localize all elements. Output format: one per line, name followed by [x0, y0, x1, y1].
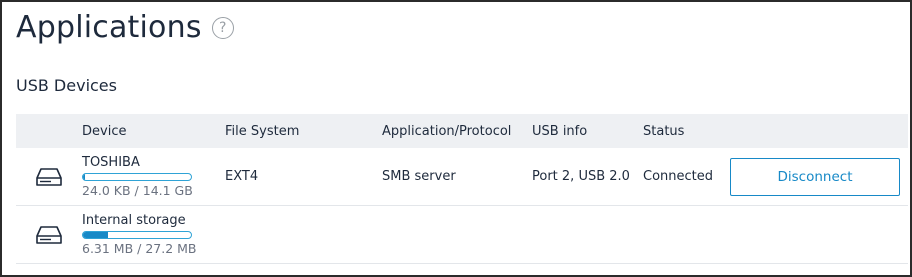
header-file-system: File System — [225, 123, 300, 139]
section-title: USB Devices — [16, 76, 117, 95]
storage-usage-text: 24.0 KB / 14.1 GB — [82, 183, 193, 198]
device-name: TOSHIBA — [82, 155, 140, 170]
help-icon[interactable]: ? — [211, 16, 234, 39]
disconnect-button[interactable]: Disconnect — [730, 157, 900, 196]
action-cell: Disconnect — [729, 157, 908, 196]
page-title: Applications — [16, 10, 202, 45]
app-window: Applications ? USB Devices Device File S… — [0, 0, 912, 277]
usb-info-cell: Port 2, USB 2.0 — [532, 169, 630, 184]
hard-drive-icon — [35, 224, 63, 246]
device-cell: Internal storage 6.31 MB / 27.2 MB — [82, 213, 225, 256]
storage-usage-bar — [82, 231, 192, 239]
table-row: TOSHIBA 24.0 KB / 14.1 GB EXT4 SMB serve… — [16, 148, 908, 206]
storage-usage-text: 6.31 MB / 27.2 MB — [82, 241, 197, 256]
header-status: Status — [643, 123, 685, 139]
table-row: Internal storage 6.31 MB / 27.2 MB — [16, 206, 908, 264]
title-row: Applications ? — [16, 10, 234, 45]
status-cell: Connected — [643, 169, 714, 184]
header-application: Application/Protocol — [382, 123, 512, 139]
header-usb-info: USB info — [532, 123, 588, 139]
table-header: Device File System Application/Protocol … — [16, 114, 908, 148]
device-cell: TOSHIBA 24.0 KB / 14.1 GB — [82, 155, 225, 198]
hard-drive-icon — [35, 166, 63, 188]
storage-usage-fill — [83, 232, 109, 238]
device-name: Internal storage — [82, 213, 186, 228]
usb-devices-table: Device File System Application/Protocol … — [16, 114, 908, 264]
file-system-cell: EXT4 — [225, 169, 259, 184]
header-device: Device — [82, 123, 127, 139]
storage-usage-fill — [83, 174, 85, 180]
storage-usage-bar — [82, 173, 192, 181]
application-cell: SMB server — [382, 169, 456, 184]
